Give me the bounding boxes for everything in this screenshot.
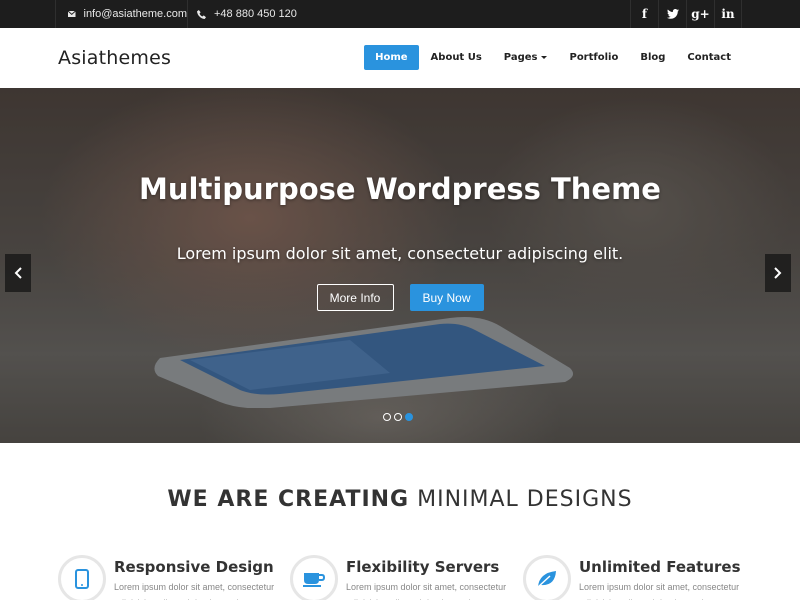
nav-pages-label: Pages [503, 52, 538, 63]
slider-dot-1[interactable] [383, 413, 391, 421]
phone-icon [197, 9, 206, 19]
main-nav: Home About Us Pages Portfolio Blog Conta… [364, 45, 742, 70]
slider-dot-3[interactable] [405, 413, 413, 421]
feature-title: Flexibility Servers [346, 558, 500, 576]
hero-subtitle: Lorem ipsum dolor sit amet, consectetur … [176, 244, 624, 263]
site-logo[interactable]: Asiathemes [58, 47, 171, 69]
section-title-light: MINIMAL DESIGNS [417, 487, 633, 512]
hero-title: Multipurpose Wordpress Theme [139, 172, 661, 206]
envelope-icon [68, 10, 76, 17]
nav-home[interactable]: Home [364, 45, 419, 70]
twitter-icon[interactable] [658, 0, 686, 28]
email-contact[interactable]: info@asiatheme.com [55, 0, 188, 28]
nav-portfolio[interactable]: Portfolio [558, 45, 629, 70]
coffee-cup-icon [303, 573, 325, 587]
nav-blog[interactable]: Blog [629, 45, 676, 70]
chevron-left-icon [14, 267, 22, 279]
feature-flexibility-servers: Flexibility Servers Lorem ipsum dolor si… [290, 555, 510, 600]
tablet-icon [75, 569, 89, 589]
phone-text: +48 880 450 120 [214, 8, 297, 20]
slider-prev-button[interactable] [5, 254, 31, 292]
linkedin-icon[interactable]: in [714, 0, 742, 28]
phone-contact[interactable]: +48 880 450 120 [188, 0, 297, 28]
slider-dots [383, 413, 413, 421]
hero-buttons: More Info Buy Now [0, 284, 800, 311]
buy-now-button[interactable]: Buy Now [409, 284, 484, 311]
section-title: WE ARE CREATING MINIMAL DESIGNS [0, 487, 800, 512]
feature-responsive-design: Responsive Design Lorem ipsum dolor sit … [58, 555, 278, 600]
feature-title: Responsive Design [114, 558, 274, 576]
nav-contact[interactable]: Contact [676, 45, 742, 70]
chevron-right-icon [774, 267, 782, 279]
slider-next-button[interactable] [765, 254, 791, 292]
feature-text: Lorem ipsum dolor sit amet, consectetur … [114, 582, 275, 600]
hero-overlay [0, 88, 800, 443]
feature-icon-circle [523, 555, 571, 600]
feature-title: Unlimited Features [579, 558, 741, 576]
nav-about-us[interactable]: About Us [420, 45, 493, 70]
facebook-icon[interactable]: f [630, 0, 658, 28]
caret-down-icon [541, 55, 548, 59]
slider-dot-2[interactable] [394, 413, 402, 421]
google-plus-icon[interactable]: g+ [686, 0, 714, 28]
hero-slider: Multipurpose Wordpress Theme Lorem ipsum… [0, 88, 800, 443]
social-links: f g+ in [630, 0, 742, 28]
feature-unlimited-features: Unlimited Features Lorem ipsum dolor sit… [523, 555, 743, 600]
leaf-icon [537, 571, 556, 588]
feature-text: Lorem ipsum dolor sit amet, consectetur … [346, 582, 507, 600]
feature-text: Lorem ipsum dolor sit amet, consectetur … [579, 582, 740, 600]
site-header: Asiathemes Home About Us Pages Portfolio… [0, 28, 800, 88]
more-info-button[interactable]: More Info [316, 284, 394, 311]
feature-icon-circle [290, 555, 338, 600]
nav-pages[interactable]: Pages [493, 45, 559, 70]
feature-icon-circle [58, 555, 106, 600]
email-text: info@asiatheme.com [83, 8, 188, 20]
top-bar: info@asiatheme.com +48 880 450 120 f g+ … [0, 0, 800, 28]
section-title-bold: WE ARE CREATING [167, 487, 410, 512]
